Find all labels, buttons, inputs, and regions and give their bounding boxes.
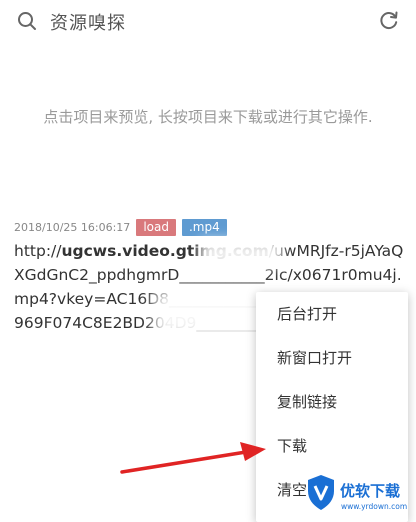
empty-hint: 点击项目来预览, 长按项目来下载或进行其它操作. bbox=[43, 108, 373, 126]
menu-item-open-background[interactable]: 后台打开 bbox=[256, 292, 408, 336]
blur-overlay bbox=[200, 240, 282, 268]
search-icon[interactable] bbox=[16, 10, 38, 32]
watermark-brand: 优软下载 bbox=[340, 482, 400, 500]
url-scheme: http:// bbox=[14, 242, 62, 260]
load-badge: load bbox=[136, 218, 176, 236]
item-meta: 2018/10/25 16:06:17 load .mp4 bbox=[14, 218, 406, 236]
menu-item-download[interactable]: 下载 bbox=[256, 424, 408, 468]
menu-item-open-new-window[interactable]: 新窗口打开 bbox=[256, 336, 408, 380]
refresh-icon[interactable] bbox=[378, 9, 400, 31]
item-date: 2018/10/25 16:06:17 bbox=[14, 220, 131, 234]
site-watermark: 优软下载 www.yrdown.com bbox=[308, 475, 407, 511]
toolbar: 资源嗅探 bbox=[0, 0, 416, 46]
annotation-arrow-icon bbox=[120, 442, 266, 474]
menu-item-copy-link[interactable]: 复制链接 bbox=[256, 380, 408, 424]
extension-badge: .mp4 bbox=[181, 218, 227, 236]
page-title: 资源嗅探 bbox=[50, 13, 126, 34]
watermark-site: www.yrdown.com bbox=[341, 502, 407, 511]
